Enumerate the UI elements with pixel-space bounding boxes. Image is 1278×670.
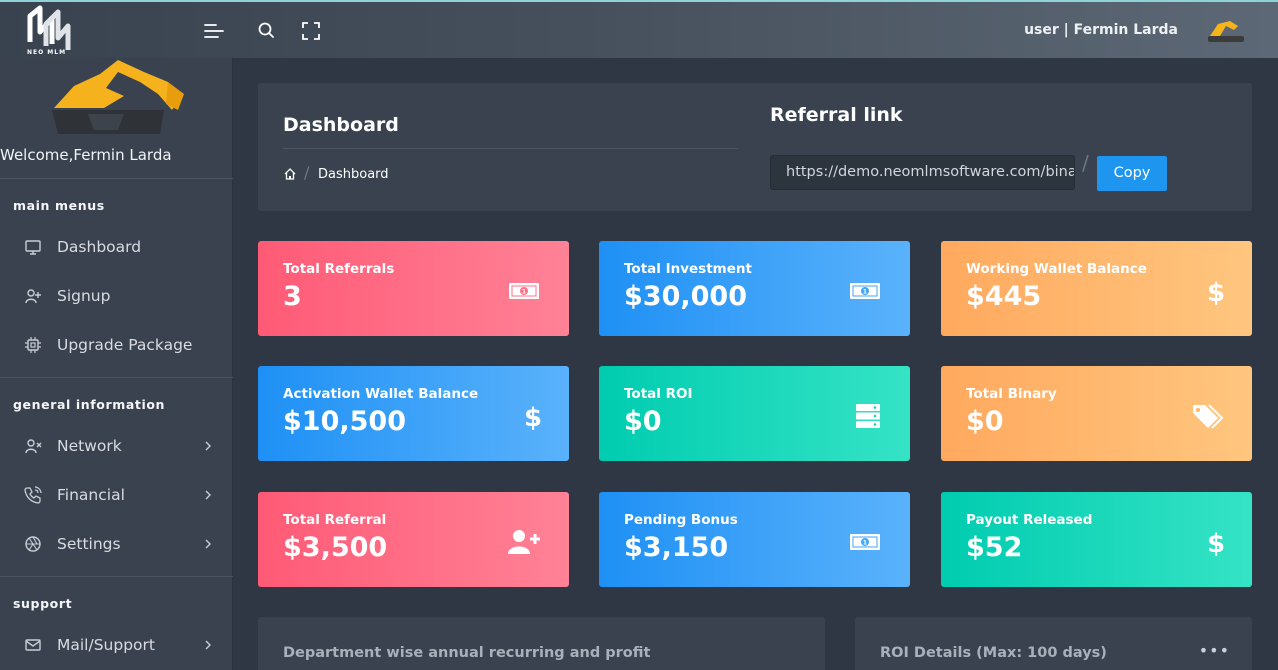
menu-toggle-icon[interactable] — [203, 20, 225, 42]
sidebar-item-dashboard[interactable]: Dashboard — [0, 227, 233, 267]
server-icon — [856, 404, 880, 428]
sidebar-item-label: Network — [57, 437, 122, 455]
card-title: ROI Details (Max: 100 days) — [880, 645, 1107, 661]
stat-card-payout-released[interactable]: Payout Released $52 $ — [941, 492, 1252, 587]
stat-label: Total Referrals — [283, 261, 395, 277]
brand-logo-text: NEO MLM — [27, 49, 67, 56]
chevron-right-icon — [205, 490, 211, 500]
stat-value: $445 — [966, 281, 1042, 312]
referral-title: Referral link — [770, 104, 903, 126]
user-avatar[interactable] — [1204, 16, 1248, 46]
user-x-icon — [25, 439, 42, 454]
roi-details-card: ROI Details (Max: 100 days) ••• — [855, 617, 1252, 670]
stat-label: Total Referral — [283, 512, 387, 528]
stat-value: $52 — [966, 532, 1023, 563]
stat-card-activation-wallet-balance[interactable]: Activation Wallet Balance $10,500 $ — [258, 366, 569, 461]
stat-label: Activation Wallet Balance — [283, 386, 479, 402]
stat-card-working-wallet-balance[interactable]: Working Wallet Balance $445 $ — [941, 241, 1252, 336]
sidebar-item-label: Financial — [57, 486, 125, 504]
referral-link-input[interactable]: https://demo.neomlmsoftware.com/binary/r… — [770, 155, 1075, 190]
sidebar-item-network[interactable]: Network — [0, 426, 233, 466]
section-heading-support: support — [13, 596, 73, 611]
svg-text:1: 1 — [863, 540, 867, 547]
sidebar-divider — [0, 576, 233, 577]
sidebar-item-label: Signup — [57, 287, 111, 305]
sidebar-item-upgrade-package[interactable]: Upgrade Package — [0, 325, 233, 365]
breadcrumb-current: Dashboard — [318, 167, 389, 182]
stat-label: Pending Bonus — [624, 512, 738, 528]
stat-card-total-binary[interactable]: Total Binary $0 — [941, 366, 1252, 461]
fullscreen-icon[interactable] — [300, 20, 322, 42]
home-icon[interactable] — [283, 167, 297, 181]
user-plus-icon — [25, 289, 41, 304]
user-name-label[interactable]: user | Fermin Larda — [1024, 22, 1178, 38]
svg-text:1: 1 — [522, 289, 526, 296]
title-divider — [283, 148, 738, 149]
welcome-text: Welcome,Fermin Larda — [0, 146, 172, 164]
sidebar-divider — [0, 178, 233, 179]
sidebar-item-label: Mail/Support — [57, 636, 155, 654]
dollar-icon: $ — [524, 403, 541, 430]
stat-value: $3,500 — [283, 532, 388, 563]
stat-card-pending-bonus[interactable]: Pending Bonus $3,150 1 — [599, 492, 910, 587]
mail-icon — [25, 639, 41, 651]
department-chart-card: Department wise annual recurring and pro… — [258, 617, 825, 670]
breadcrumb-separator: / — [304, 163, 310, 182]
svg-text:$: $ — [1207, 278, 1224, 305]
more-options-icon[interactable]: ••• — [1199, 641, 1230, 660]
user-plus-icon — [508, 530, 540, 554]
stat-value: $0 — [966, 406, 1004, 437]
money-bill-icon: 1 — [850, 534, 880, 550]
dollar-icon: $ — [1207, 278, 1224, 305]
phone-call-icon — [24, 486, 42, 504]
money-bill-icon: 1 — [850, 283, 880, 299]
dollar-icon: $ — [1207, 529, 1224, 556]
referral-separator: / — [1082, 151, 1089, 175]
aperture-icon — [25, 536, 41, 552]
stat-value: $30,000 — [624, 281, 747, 312]
stat-card-total-referrals[interactable]: Total Referrals 3 1 — [258, 241, 569, 336]
chevron-right-icon — [205, 441, 211, 451]
tags-icon — [1193, 404, 1224, 429]
sidebar-divider — [0, 377, 233, 378]
stat-card-total-roi[interactable]: Total ROI $0 — [599, 366, 910, 461]
sidebar-item-settings[interactable]: Settings — [0, 524, 233, 564]
chevron-right-icon — [205, 640, 211, 650]
page-title: Dashboard — [283, 114, 399, 136]
stat-value: $10,500 — [283, 406, 406, 437]
stat-value: $3,150 — [624, 532, 729, 563]
stat-label: Payout Released — [966, 512, 1093, 528]
stat-value: 3 — [283, 281, 302, 312]
card-title: Department wise annual recurring and pro… — [283, 645, 651, 661]
chevron-right-icon — [205, 539, 211, 549]
stat-label: Total Binary — [966, 386, 1057, 402]
search-icon[interactable] — [256, 20, 278, 42]
section-heading-general-information: general information — [13, 397, 166, 412]
sidebar: Welcome,Fermin Larda main menus Dashboar… — [0, 58, 233, 670]
sidebar-item-label: Upgrade Package — [57, 336, 193, 354]
sidebar-item-mail-support[interactable]: Mail/Support — [0, 625, 233, 665]
stat-label: Total Investment — [624, 261, 752, 277]
sidebar-item-label: Settings — [57, 535, 121, 553]
stat-value: $0 — [624, 406, 662, 437]
stat-label: Total ROI — [624, 386, 693, 402]
page-header-card: Dashboard / Dashboard Referral link http… — [258, 83, 1252, 211]
cpu-icon — [25, 337, 41, 353]
stat-card-total-investment[interactable]: Total Investment $30,000 1 — [599, 241, 910, 336]
section-heading-main-menus: main menus — [13, 198, 105, 213]
copy-button[interactable]: Copy — [1097, 156, 1167, 191]
sidebar-item-financial[interactable]: Financial — [0, 475, 233, 515]
sidebar-item-signup[interactable]: Signup — [0, 276, 233, 316]
svg-text:1: 1 — [863, 289, 867, 296]
money-bill-icon: 1 — [509, 283, 539, 299]
svg-text:$: $ — [524, 403, 541, 430]
svg-text:$: $ — [1207, 529, 1224, 556]
stat-card-total-referral[interactable]: Total Referral $3,500 — [258, 492, 569, 587]
monitor-icon — [25, 240, 41, 255]
excavator-logo — [52, 60, 184, 134]
sidebar-item-label: Dashboard — [57, 238, 142, 256]
stat-label: Working Wallet Balance — [966, 261, 1147, 277]
top-bar: NEO MLM user | Fermin Larda — [0, 0, 1278, 58]
